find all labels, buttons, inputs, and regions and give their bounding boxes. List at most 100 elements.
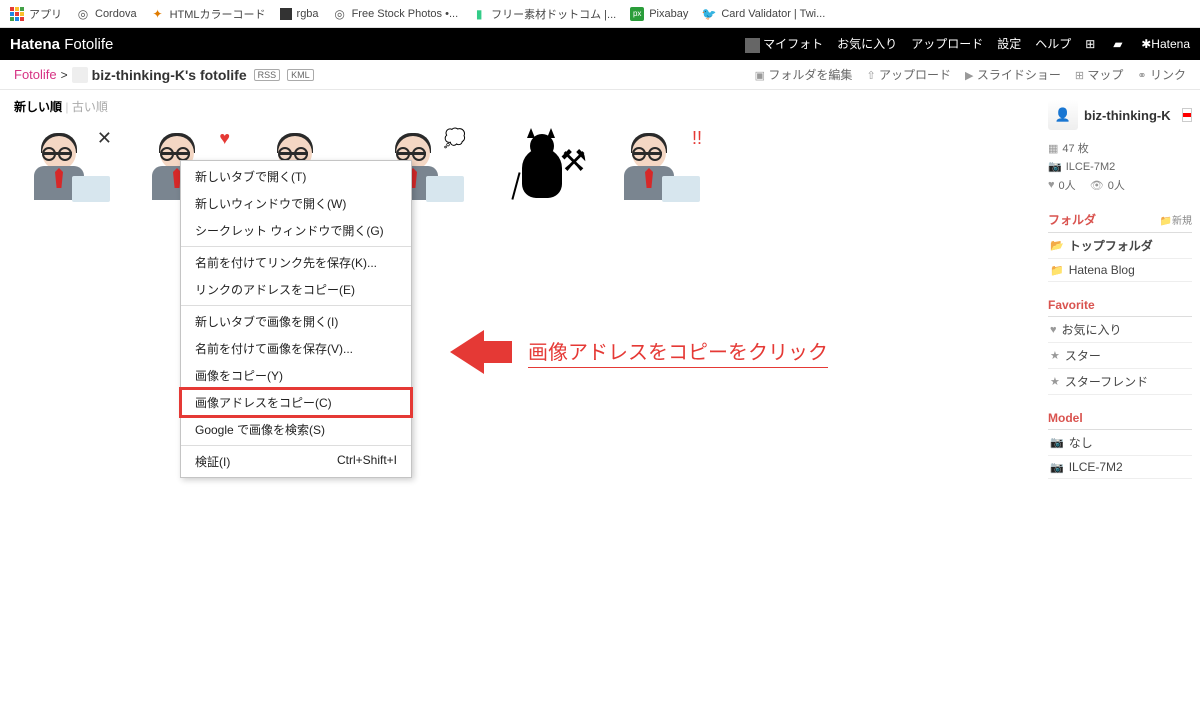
sidebar: 👤 biz-thinking-K ▦47 枚 📷ILCE-7M2 ♥0人 👁0人… bbox=[1040, 90, 1200, 690]
likes-row: ♥0人 👁0人 bbox=[1048, 175, 1192, 195]
camera-model: 📷ILCE-7M2 bbox=[1048, 158, 1192, 175]
breadcrumb-title: biz-thinking-K's fotolife bbox=[92, 67, 247, 83]
folder-icon: 📁 bbox=[1160, 216, 1172, 227]
bookmark-item[interactable]: ◎Free Stock Photos •... bbox=[333, 7, 459, 21]
link-icon: ⚭ bbox=[1137, 70, 1146, 82]
context-menu-item[interactable]: Google で画像を検索(S) bbox=[181, 416, 411, 443]
fav-item[interactable]: ♥お気に入り bbox=[1048, 317, 1192, 343]
context-menu-item-highlighted[interactable]: 画像アドレスをコピー(C) bbox=[181, 389, 411, 416]
user-avatar-small bbox=[72, 67, 88, 83]
avatar-icon: 👤 bbox=[1048, 100, 1078, 130]
folder-item[interactable]: 📁Hatena Blog bbox=[1048, 259, 1192, 282]
folder-item-top[interactable]: 📂トップフォルダ bbox=[1048, 233, 1192, 259]
context-menu-item[interactable]: 画像をコピー(Y) bbox=[181, 362, 411, 389]
apps-icon bbox=[10, 7, 24, 21]
new-folder-button[interactable]: 📁新規 bbox=[1160, 212, 1192, 227]
camera-icon: 📷 bbox=[1050, 461, 1064, 474]
model-item[interactable]: 📷ILCE-7M2 bbox=[1048, 456, 1192, 479]
sort-old[interactable]: 古い順 bbox=[72, 100, 108, 114]
notifications-icon[interactable]: ▰ bbox=[1113, 37, 1127, 51]
context-menu-item[interactable]: 新しいタブで開く(T) bbox=[181, 163, 411, 190]
fav-item[interactable]: ★スター bbox=[1048, 343, 1192, 369]
favicon bbox=[280, 8, 292, 20]
context-menu-item[interactable]: 名前を付けてリンク先を保存(K)... bbox=[181, 249, 411, 276]
top-bar: Hatena Fotolife マイフォト お気に入り アップロード 設定 ヘル… bbox=[0, 28, 1200, 60]
bookmarks-bar: アプリ ◎Cordova ✦HTMLカラーコード rgba ◎Free Stoc… bbox=[0, 0, 1200, 28]
nav-help[interactable]: ヘルプ bbox=[1035, 35, 1071, 52]
photo-count: ▦47 枚 bbox=[1048, 138, 1192, 158]
model-item[interactable]: 📷なし bbox=[1048, 430, 1192, 456]
photo-icon: ▦ bbox=[1048, 142, 1058, 155]
apps-icon[interactable]: ⊞ bbox=[1085, 37, 1099, 51]
favicon: ✦ bbox=[151, 7, 165, 21]
sort-new[interactable]: 新しい順 bbox=[14, 100, 62, 114]
avatar-icon bbox=[745, 38, 760, 53]
thumbnail[interactable]: ⚒ bbox=[486, 123, 598, 213]
favicon: px bbox=[630, 7, 644, 21]
person-illustration: !! bbox=[620, 128, 700, 208]
bookmark-label: アプリ bbox=[29, 6, 62, 22]
tool-link[interactable]: ⚭ リンク bbox=[1137, 66, 1186, 83]
arrow-icon bbox=[450, 330, 484, 374]
bookmark-apps[interactable]: アプリ bbox=[10, 6, 62, 22]
bookmark-item[interactable]: ▮フリー素材ドットコム |... bbox=[472, 6, 616, 22]
devil-illustration: ⚒ bbox=[512, 128, 572, 208]
hatena-icon: ✱ bbox=[1141, 37, 1151, 51]
thumbnail[interactable]: !! bbox=[604, 123, 716, 213]
rss-badge[interactable]: RSS bbox=[254, 69, 281, 81]
context-menu-item[interactable]: 新しいタブで画像を開く(I) bbox=[181, 308, 411, 335]
sidebar-user[interactable]: 👤 biz-thinking-K bbox=[1048, 100, 1192, 130]
hatena-brand[interactable]: ✱Hatena bbox=[1141, 37, 1190, 51]
bookmark-item[interactable]: 🐦Card Validator | Twi... bbox=[702, 7, 825, 21]
context-menu: 新しいタブで開く(T)新しいウィンドウで開く(W)シークレット ウィンドウで開く… bbox=[180, 160, 412, 478]
sort-toggle: 新しい順 | 古い順 bbox=[14, 98, 1026, 115]
tool-upload[interactable]: ⇧ アップロード bbox=[866, 66, 951, 83]
context-menu-item[interactable]: 検証(I)Ctrl+Shift+I bbox=[181, 448, 411, 475]
person-illustration: ✕ bbox=[30, 128, 110, 208]
bookmark-item[interactable]: ✦HTMLカラーコード bbox=[151, 6, 266, 22]
bookmark-item[interactable]: pxPixabay bbox=[630, 7, 688, 21]
tool-edit-folder[interactable]: ▣ フォルダを編集 bbox=[755, 66, 853, 83]
upload-icon: ⇧ bbox=[866, 70, 875, 82]
favicon: ◎ bbox=[333, 7, 347, 21]
camera-icon: 📷 bbox=[1048, 160, 1062, 173]
site-logo[interactable]: Hatena Fotolife bbox=[10, 36, 113, 53]
section-folders: フォルダ 📁新規 bbox=[1048, 207, 1192, 233]
breadcrumb-root[interactable]: Fotolife bbox=[14, 67, 57, 82]
fav-item[interactable]: ★スターフレンド bbox=[1048, 369, 1192, 395]
eye-icon: 👁 bbox=[1090, 179, 1104, 192]
context-menu-item[interactable]: 新しいウィンドウで開く(W) bbox=[181, 190, 411, 217]
nav-favorites[interactable]: お気に入り bbox=[837, 35, 897, 52]
section-favorite: Favorite bbox=[1048, 294, 1192, 317]
annotation-text: 画像アドレスをコピーをクリック bbox=[528, 336, 828, 368]
folder-icon: 📁 bbox=[1050, 264, 1064, 277]
camera-icon: 📷 bbox=[1050, 436, 1064, 449]
bookmark-item[interactable]: rgba bbox=[280, 8, 319, 20]
edit-icon: ▣ bbox=[755, 70, 765, 82]
top-nav: マイフォト お気に入り アップロード 設定 ヘルプ ⊞ ▰ ✱Hatena bbox=[745, 35, 1190, 52]
nav-myphoto[interactable]: マイフォト bbox=[745, 35, 823, 52]
context-menu-item[interactable]: 名前を付けて画像を保存(V)... bbox=[181, 335, 411, 362]
star-icon: ★ bbox=[1050, 375, 1060, 388]
context-menu-item[interactable]: シークレット ウィンドウで開く(G) bbox=[181, 217, 411, 244]
section-model: Model bbox=[1048, 407, 1192, 430]
thumbnail[interactable]: ✕ bbox=[14, 123, 126, 213]
folder-icon: 📂 bbox=[1050, 239, 1064, 252]
map-icon: ⊞ bbox=[1075, 70, 1084, 82]
tool-map[interactable]: ⊞ マップ bbox=[1075, 66, 1124, 83]
twitter-icon: 🐦 bbox=[702, 7, 716, 21]
kml-badge[interactable]: KML bbox=[287, 69, 314, 81]
heart-icon: ♥ bbox=[1050, 324, 1057, 336]
nav-upload[interactable]: アップロード bbox=[911, 35, 983, 52]
thumbnail-grid: ✕♥💭⚒!! bbox=[14, 123, 1026, 213]
favicon: ▮ bbox=[472, 7, 486, 21]
star-icon: ★ bbox=[1050, 349, 1060, 362]
tool-slideshow[interactable]: ▶ スライドショー bbox=[965, 66, 1061, 83]
play-icon: ▶ bbox=[965, 70, 973, 82]
nav-settings[interactable]: 設定 bbox=[997, 35, 1021, 52]
favicon: ◎ bbox=[76, 7, 90, 21]
heart-icon: ♥ bbox=[1048, 179, 1055, 191]
context-menu-item[interactable]: リンクのアドレスをコピー(E) bbox=[181, 276, 411, 303]
bookmark-item[interactable]: ◎Cordova bbox=[76, 7, 137, 21]
breadcrumb-row: Fotolife > biz-thinking-K's fotolife RSS… bbox=[0, 60, 1200, 90]
